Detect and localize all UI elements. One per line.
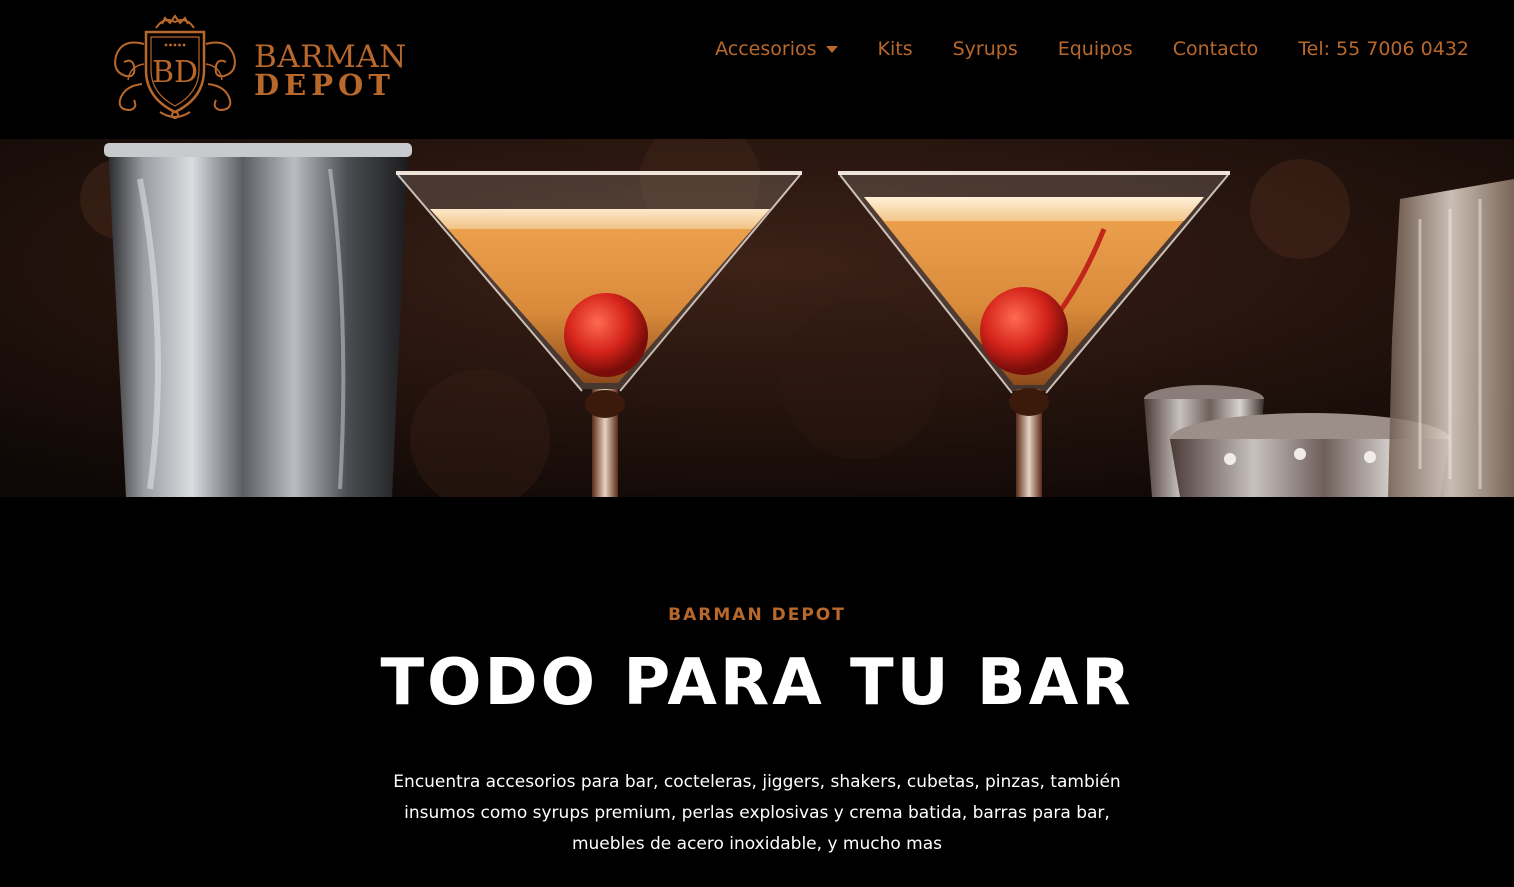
hero-banner <box>0 139 1514 497</box>
nav-item-accesorios[interactable]: Accesorios <box>715 38 838 60</box>
nav-phone-link[interactable]: Tel: 55 7006 0432 <box>1298 38 1469 60</box>
intro-section: BARMAN DEPOT TODO PARA TU BAR Encuentra … <box>0 497 1514 887</box>
page: BD BARMAN DEPOT Accesorios Kits Syrups E… <box>0 0 1514 887</box>
logo-wordmark-line2: DEPOT <box>254 68 395 102</box>
site-header: BD BARMAN DEPOT Accesorios Kits Syrups E… <box>0 0 1514 139</box>
nav-item-label: Kits <box>877 38 913 60</box>
nav-item-kits[interactable]: Kits <box>878 38 913 60</box>
caret-down-icon <box>825 45 838 53</box>
crystal-decanter <box>1388 179 1514 497</box>
hero-cocktail-image <box>0 139 1514 497</box>
nav-item-label: Equipos <box>1057 38 1133 60</box>
brand-logo[interactable]: BD BARMAN DEPOT <box>104 14 414 120</box>
phone-number: Tel: 55 7006 0432 <box>1298 38 1469 60</box>
nav-item-label: Accesorios <box>715 38 817 60</box>
section-eyebrow: BARMAN DEPOT <box>668 605 846 625</box>
crest-icon: BD <box>114 14 236 119</box>
nav-item-label: Syrups <box>952 38 1018 60</box>
shaker <box>104 143 412 497</box>
nav-item-label: Contacto <box>1172 38 1259 60</box>
nav-item-syrups[interactable]: Syrups <box>953 38 1018 60</box>
logo-monogram: BD <box>152 55 198 90</box>
page-headline: TODO PARA TU BAR <box>380 646 1134 720</box>
intro-description: Encuentra accesorios para bar, coctelera… <box>393 772 1121 854</box>
main-nav: Accesorios Kits Syrups Equipos Contacto … <box>715 34 1469 64</box>
nav-item-contacto[interactable]: Contacto <box>1173 38 1259 60</box>
nav-item-equipos[interactable]: Equipos <box>1058 38 1133 60</box>
